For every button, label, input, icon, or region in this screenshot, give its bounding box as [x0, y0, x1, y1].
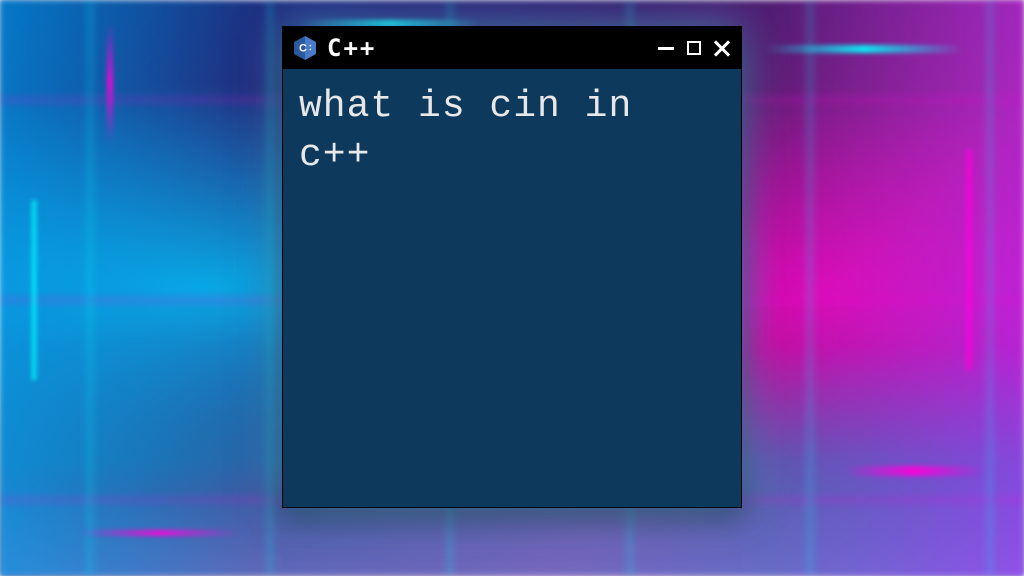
neon-line [80, 530, 240, 536]
neon-line [964, 150, 974, 370]
neon-line [30, 200, 38, 380]
titlebar[interactable]: C + + C++ [283, 27, 741, 69]
neon-line [764, 45, 964, 53]
terminal-window: C + + C++ what is cin in c++ [282, 26, 742, 508]
neon-line [107, 23, 113, 143]
cpp-icon: C + + [291, 34, 319, 62]
window-title: C++ [327, 34, 649, 62]
close-button[interactable] [713, 39, 731, 57]
maximize-icon [687, 41, 701, 55]
window-controls [657, 39, 731, 57]
svg-text:C: C [299, 43, 307, 55]
maximize-button[interactable] [685, 39, 703, 57]
neon-line [844, 466, 984, 476]
minimize-icon [658, 47, 674, 50]
close-icon [713, 39, 731, 57]
terminal-content[interactable]: what is cin in c++ [283, 69, 741, 194]
minimize-button[interactable] [657, 39, 675, 57]
